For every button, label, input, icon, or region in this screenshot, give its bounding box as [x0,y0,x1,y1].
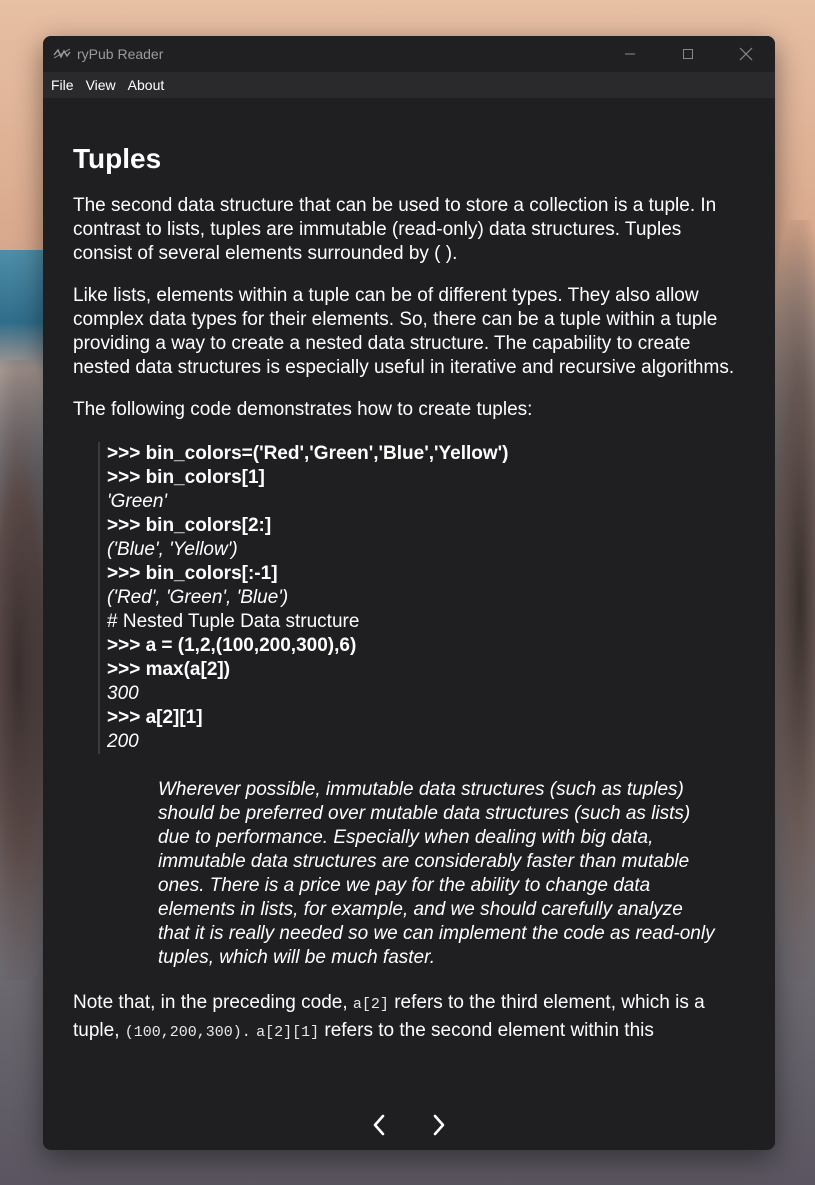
menu-about[interactable]: About [122,72,171,98]
title-bar[interactable]: ryPub Reader [43,36,775,72]
code-line: >>> a = (1,2,(100,200,300),6) [107,635,357,656]
minimize-icon [625,53,635,55]
reading-pane[interactable]: Tuples The second data structure that ca… [43,98,775,1150]
code-output: ('Red', 'Green', 'Blue') [107,587,289,608]
code-line: >>> bin_colors[2:] [107,515,272,536]
tip-note: Wherever possible, immutable data struct… [158,779,715,968]
text-run: refers to the second element within this [319,1020,654,1041]
code-line: >>> bin_colors[:-1] [107,563,278,584]
code-output: ('Blue', 'Yellow') [107,539,238,560]
menu-bar: File View About [43,72,775,98]
paragraph-code-intro: The following code demonstrates how to c… [73,399,533,420]
close-icon [739,47,753,61]
code-line: >>> a[2][1] [107,707,203,728]
previous-page-button[interactable] [366,1108,392,1142]
paragraph-note-that: Note that, in the preceding code, a[2] r… [73,990,745,1046]
inline-code: a[2][1] [256,1024,320,1041]
maximize-icon [683,49,693,59]
app-logo-icon [53,47,71,61]
paragraph-types: Like lists, elements within a tuple can … [73,285,735,378]
text-run: Note that, in the preceding code, [73,992,353,1013]
chevron-left-icon [373,1114,385,1136]
code-output: 'Green' [107,491,168,512]
code-line: >>> bin_colors=('Red','Green','Blue','Ye… [107,443,509,464]
section-heading: Tuples [73,143,162,174]
inline-code: a[2] [352,996,389,1013]
chevron-right-icon [433,1114,445,1136]
code-line: >>> max(a[2]) [107,659,231,680]
minimize-button[interactable] [601,36,659,72]
menu-file[interactable]: File [45,72,80,98]
code-output: 300 [107,683,139,704]
menu-view[interactable]: View [80,72,122,98]
window-title: ryPub Reader [77,46,164,62]
maximize-button[interactable] [659,36,717,72]
paragraph-intro: The second data structure that can be us… [73,195,717,264]
inline-code: (100,200,300). [124,1024,251,1041]
code-line: >>> bin_colors[1] [107,467,265,488]
reader-window: ryPub Reader File View About Tuples The … [43,36,775,1150]
close-button[interactable] [717,36,775,72]
code-comment: # Nested Tuple Data structure [107,611,360,632]
code-output: 200 [107,731,139,752]
page-navigation [43,1108,775,1142]
code-block: >>> bin_colors=('Red','Green','Blue','Ye… [98,442,745,754]
next-page-button[interactable] [426,1108,452,1142]
